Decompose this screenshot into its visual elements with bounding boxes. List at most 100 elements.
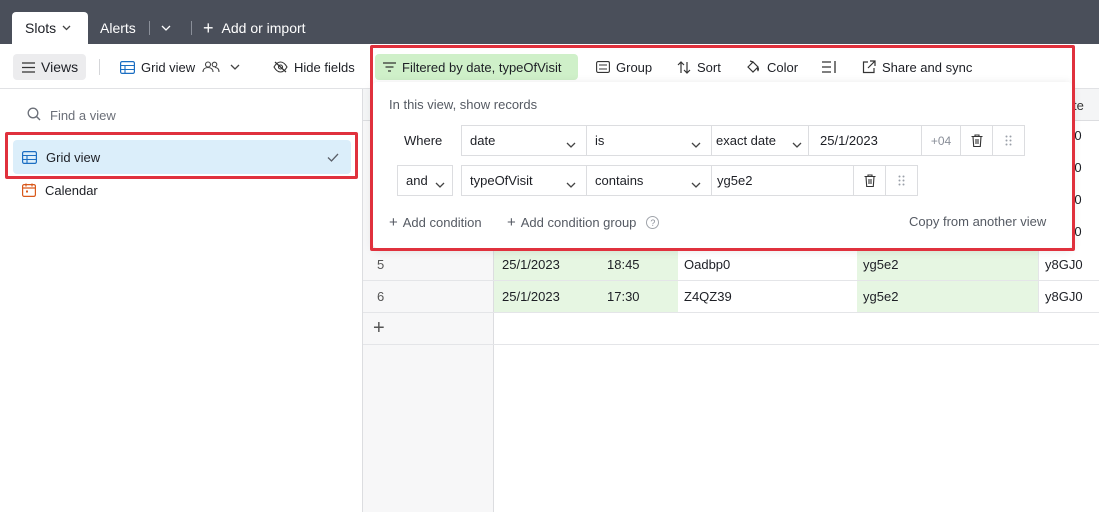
chevron-down-icon — [566, 136, 576, 151]
share-and-sync-button[interactable]: Share and sync — [862, 54, 972, 80]
plus-icon[interactable]: + — [373, 317, 385, 340]
row-height-icon — [822, 61, 837, 73]
search-icon — [27, 107, 41, 124]
code-cell[interactable]: Oadbp0 — [678, 249, 857, 280]
sort-label: Sort — [697, 59, 721, 75]
delete-condition-button[interactable] — [853, 165, 886, 196]
time-cell[interactable]: 18:45 — [593, 249, 678, 280]
trash-icon — [864, 174, 875, 187]
sidebar-item-calendar[interactable]: Calendar — [13, 173, 351, 207]
more-tables-button[interactable] — [161, 12, 171, 44]
delete-condition-button[interactable] — [960, 125, 993, 156]
help-icon[interactable]: ? — [646, 216, 660, 229]
date-value-input[interactable]: 25/1/2023 — [808, 125, 922, 156]
tab-alerts[interactable]: Alerts — [100, 12, 136, 44]
type-of-visit-cell[interactable]: yg5e2 — [857, 281, 1038, 312]
chevron-down-icon[interactable] — [230, 64, 240, 70]
tab-alerts-label: Alerts — [100, 20, 136, 36]
group-label: Group — [616, 59, 653, 75]
drag-handle-icon — [1005, 135, 1012, 146]
filter-popover-title: In this view, show records — [389, 97, 538, 112]
filter-icon — [383, 62, 396, 72]
check-icon — [327, 150, 339, 165]
conjunction-text: Where — [404, 133, 443, 148]
drag-handle[interactable] — [992, 125, 1025, 156]
filter-popover: In this view, show records Where date is… — [373, 82, 1072, 248]
grid-cell[interactable]: y8GJ0 — [1038, 281, 1099, 312]
drag-handle[interactable] — [885, 165, 918, 196]
table-row[interactable]: 5 25/1/2023 18:45 Oadbp0 yg5e2 y8GJ0 — [363, 249, 1099, 281]
group-button[interactable]: Group — [596, 54, 652, 80]
field-select[interactable]: typeOfVisit — [461, 165, 587, 196]
table-tabbar: Slots Alerts + Add or import — [0, 12, 1099, 44]
chevron-down-icon — [161, 25, 171, 31]
group-icon — [596, 61, 610, 73]
paint-bucket-icon — [746, 60, 761, 74]
toolbar-divider — [99, 59, 100, 75]
row-number: 5 — [377, 257, 385, 272]
timezone-badge[interactable]: +04 — [921, 125, 961, 156]
filter-button[interactable]: Filtered by date, typeOfVisit — [375, 54, 578, 80]
date-mode-select[interactable]: exact date — [711, 125, 809, 156]
chevron-down-icon — [792, 136, 802, 151]
timezone-text: +04 — [930, 133, 952, 148]
operator-select-value: is — [595, 133, 605, 148]
code-cell[interactable]: Z4QZ39 — [678, 281, 857, 312]
chevron-down-icon — [691, 176, 701, 191]
find-view-search[interactable]: Find a view — [27, 107, 116, 124]
tab-divider — [191, 21, 192, 35]
date-mode-value: exact date — [716, 133, 776, 148]
conjunction-label: Where — [397, 125, 462, 156]
views-button[interactable]: Views — [13, 54, 86, 80]
color-button[interactable]: Color — [746, 54, 798, 80]
operator-select[interactable]: contains — [586, 165, 712, 196]
tab-slots-label: Slots — [25, 20, 57, 36]
hide-fields-button[interactable]: Hide fields — [273, 54, 355, 80]
table-row[interactable]: 6 25/1/2023 17:30 Z4QZ39 yg5e2 y8GJ0 — [363, 281, 1099, 313]
current-view-label: Grid view — [141, 59, 196, 75]
date-cell[interactable]: 25/1/2023 — [494, 281, 593, 312]
plus-icon: + — [507, 214, 516, 231]
date-cell[interactable]: 25/1/2023 — [494, 249, 593, 280]
color-label: Color — [767, 59, 799, 75]
grid-icon — [22, 150, 37, 164]
sidebar-item-grid-view[interactable]: Grid view — [13, 140, 351, 174]
tab-divider — [149, 21, 150, 35]
copy-from-view-button[interactable]: Copy from another view — [909, 214, 1046, 229]
copy-from-view-label: Copy from another view — [909, 214, 1047, 229]
row-number: 6 — [377, 289, 385, 304]
sidebar-item-label: Calendar — [45, 182, 98, 198]
row-height-button[interactable] — [822, 54, 843, 80]
conjunction-select[interactable]: and — [397, 165, 453, 196]
chevron-down-icon — [691, 136, 701, 151]
text-value: yg5e2 — [717, 173, 753, 188]
add-condition-group-button[interactable]: + Add condition group ? — [507, 214, 660, 231]
operator-select[interactable]: is — [586, 125, 712, 156]
chevron-down-icon — [566, 176, 576, 191]
field-select[interactable]: date — [461, 125, 587, 156]
type-of-visit-cell[interactable]: yg5e2 — [857, 249, 1038, 280]
date-value: 25/1/2023 — [820, 133, 878, 148]
views-label: Views — [41, 59, 79, 75]
time-cell[interactable]: 17:30 — [593, 281, 678, 312]
add-condition-label: Add condition — [402, 215, 482, 230]
conjunction-text: and — [406, 173, 428, 188]
calendar-icon — [22, 183, 36, 197]
chevron-down-icon[interactable] — [62, 23, 71, 33]
tab-slots[interactable]: Slots — [12, 12, 88, 44]
filter-condition-row: Where date is exact date 25/1/2023 +04 — [397, 125, 1025, 156]
column-header-partial[interactable]: te — [1073, 98, 1084, 113]
add-or-import-label: Add or import — [221, 20, 306, 36]
find-view-placeholder: Find a view — [50, 108, 116, 123]
current-view-button[interactable]: Grid view — [120, 54, 246, 80]
filter-condition-row: and typeOfVisit contains yg5e2 — [397, 165, 918, 196]
add-record-row[interactable]: + — [363, 313, 1099, 345]
grid-cell[interactable]: y8GJ0 — [1038, 249, 1099, 280]
hide-fields-label: Hide fields — [294, 59, 355, 75]
text-value-input[interactable]: yg5e2 — [711, 165, 854, 196]
sort-button[interactable]: Sort — [677, 54, 721, 80]
add-condition-button[interactable]: + Add condition — [389, 214, 482, 231]
sidebar-item-label: Grid view — [46, 149, 101, 165]
add-or-import-button[interactable]: + Add or import — [203, 12, 306, 44]
field-select-value: date — [470, 133, 496, 148]
